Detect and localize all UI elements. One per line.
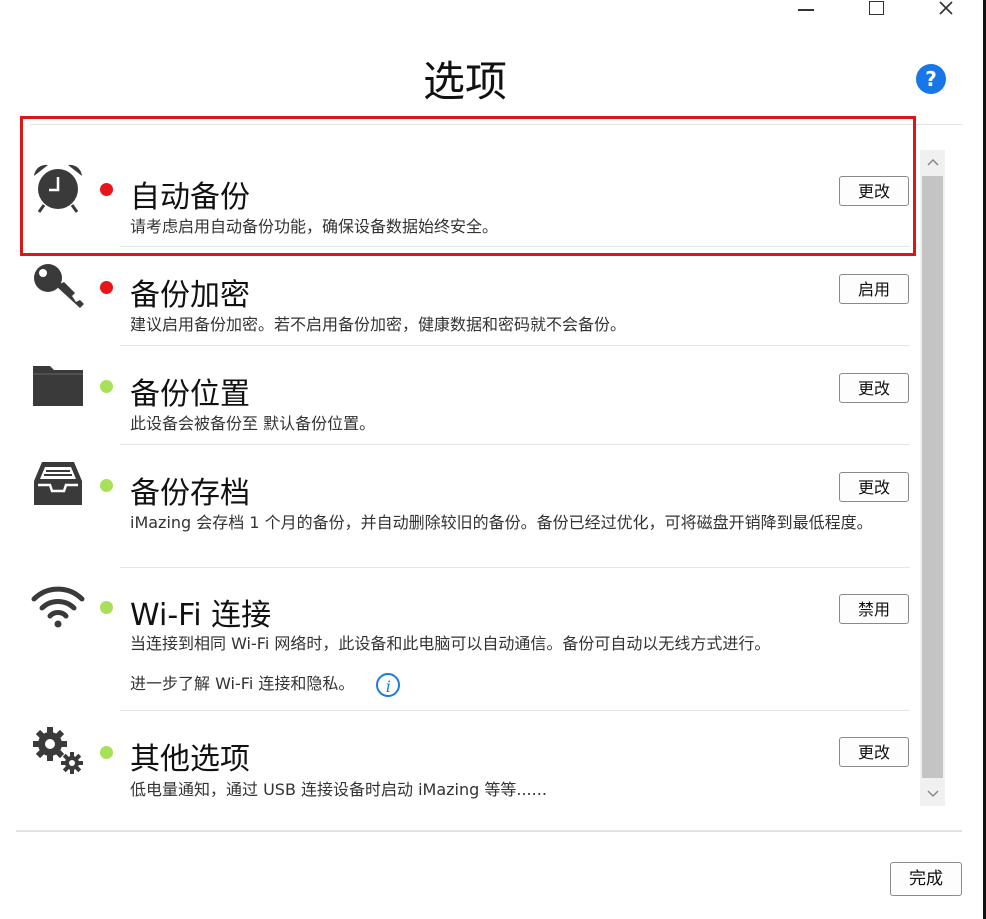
maximize-icon <box>868 1 884 15</box>
status-dot-green <box>100 746 113 759</box>
change-button[interactable]: 更改 <box>839 472 909 502</box>
row-divider <box>120 246 910 247</box>
folder-icon <box>30 360 86 410</box>
scrollbar[interactable] <box>920 150 945 806</box>
info-icon[interactable]: i <box>376 672 401 697</box>
status-dot-green <box>100 380 113 393</box>
row-divider <box>120 710 910 711</box>
disable-button[interactable]: 禁用 <box>839 594 909 624</box>
option-description: 建议启用备份加密。若不启用备份加密，健康数据和密码就不会备份。 <box>130 315 627 334</box>
option-title: 备份加密 <box>130 278 250 313</box>
option-description: 请考虑启用自动备份功能，确保设备数据始终安全。 <box>130 217 499 236</box>
change-button[interactable]: 更改 <box>839 373 909 403</box>
bottom-divider <box>16 830 962 832</box>
wifi-privacy-line: 进一步了解 Wi-Fi 连接和隐私。 i <box>130 672 910 697</box>
option-description: 此设备会被备份至 默认备份位置。 <box>130 414 376 433</box>
status-dot-green <box>100 601 113 614</box>
option-description: iMazing 会存档 1 个月的备份，并自动删除较旧的备份。备份已经过优化，可… <box>130 513 873 532</box>
page-title: 选项 <box>422 57 507 106</box>
option-title: 其他选项 <box>130 742 250 777</box>
scroll-down-arrow-icon[interactable] <box>920 782 945 806</box>
change-button[interactable]: 更改 <box>839 737 909 767</box>
option-description: 当连接到相同 Wi-Fi 网络时，此设备和此电脑可以自动通信。备份可自动以无线方… <box>130 634 771 653</box>
close-icon <box>939 1 953 15</box>
key-icon <box>30 261 86 311</box>
archive-tray-icon <box>30 459 86 509</box>
option-title: 自动备份 <box>130 180 250 215</box>
wifi-icon <box>30 581 86 631</box>
scrollbar-thumb[interactable] <box>922 176 943 778</box>
option-title: 备份位置 <box>130 377 250 412</box>
done-button[interactable]: 完成 <box>890 862 962 896</box>
option-description: 低电量通知，通过 USB 连接设备时启动 iMazing 等等...... <box>130 780 547 799</box>
wifi-privacy-link[interactable]: 进一步了解 Wi-Fi 连接和隐私。 <box>130 674 354 693</box>
change-button[interactable]: 更改 <box>839 176 909 206</box>
help-icon[interactable]: ? <box>916 64 946 94</box>
row-divider <box>120 444 910 445</box>
status-dot-red <box>100 281 113 294</box>
minimize-button[interactable] <box>786 0 826 16</box>
scroll-up-arrow-icon[interactable] <box>920 150 945 174</box>
alarm-clock-icon <box>30 163 86 213</box>
top-divider <box>30 124 962 125</box>
status-dot-green <box>100 479 113 492</box>
minimize-icon <box>798 9 814 11</box>
enable-button[interactable]: 启用 <box>839 274 909 304</box>
row-divider <box>120 345 910 346</box>
status-dot-red <box>100 183 113 196</box>
gears-icon <box>30 725 86 775</box>
option-title: 备份存档 <box>130 476 250 511</box>
maximize-button[interactable] <box>856 0 896 16</box>
close-button[interactable] <box>926 0 966 16</box>
option-title: Wi-Fi 连接 <box>130 598 272 633</box>
row-divider <box>120 567 910 568</box>
